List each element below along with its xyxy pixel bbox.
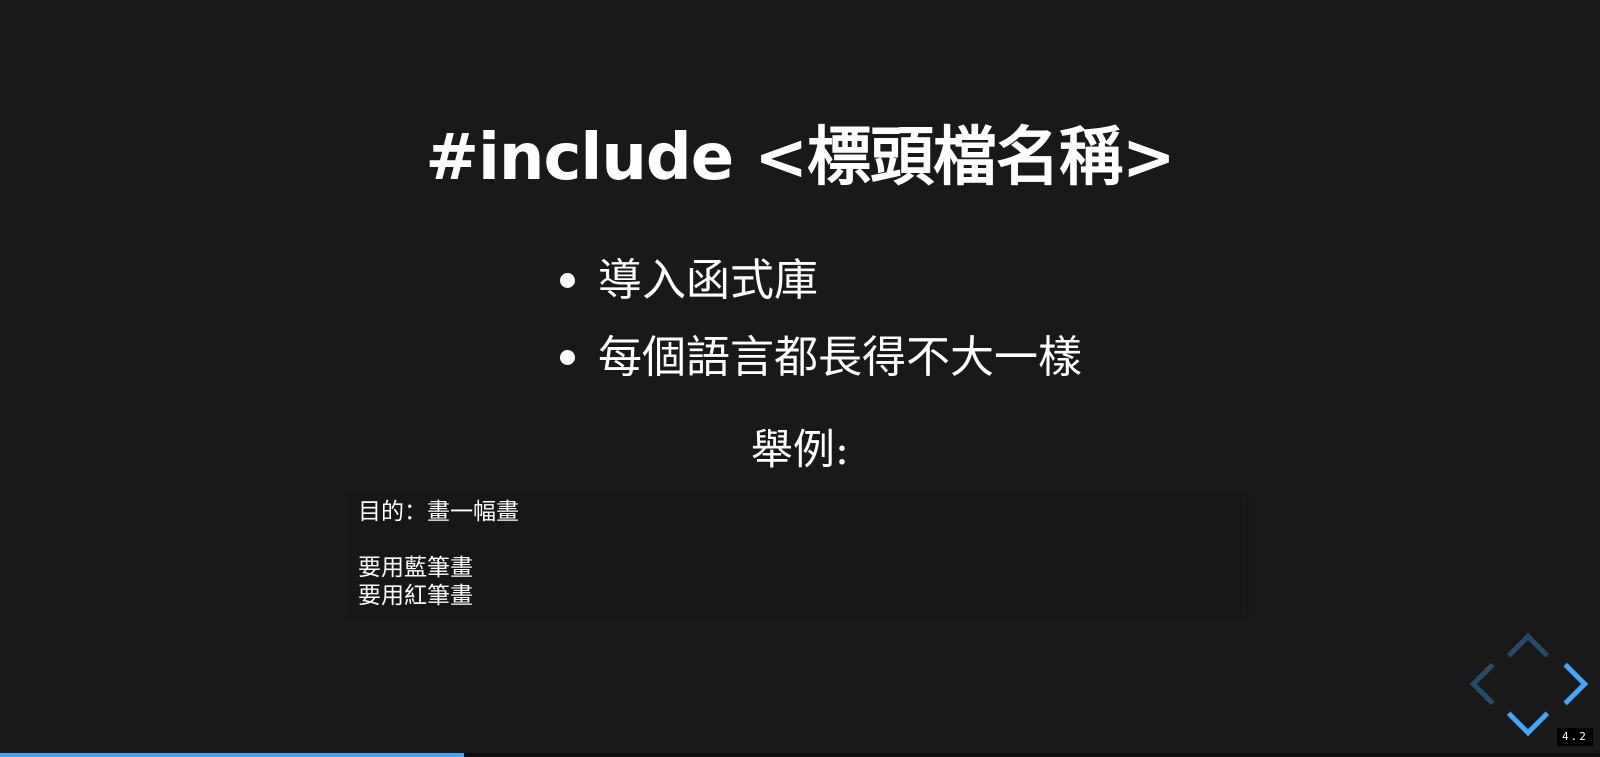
list-item: 導入函式庫: [560, 242, 1082, 319]
progress-bar: [0, 753, 1600, 757]
slide-title: #include <標頭檔名稱>: [425, 121, 1175, 195]
chevron-right-icon[interactable]: [1545, 662, 1589, 706]
slide-number: 4.2: [1557, 728, 1593, 746]
code-line: 目的：畫一幅畫: [358, 499, 519, 525]
navigation-controls: [1469, 628, 1589, 744]
slide: #include <標頭檔名稱> 導入函式庫 每個語言都長得不大一樣 舉例: 目…: [0, 0, 1600, 757]
chevron-up-icon[interactable]: [1506, 632, 1550, 676]
list-item: 每個語言都長得不大一樣: [560, 319, 1082, 396]
chevron-left-icon[interactable]: [1469, 662, 1513, 706]
progress-fill: [0, 753, 464, 757]
bullet-dot-icon: [560, 273, 575, 288]
chevron-down-icon[interactable]: [1506, 693, 1550, 737]
bullet-text: 每個語言都長得不大一樣: [598, 332, 1082, 383]
code-block: 目的：畫一幅畫 要用藍筆畫 要用紅筆畫: [350, 494, 1246, 618]
bullet-list: 導入函式庫 每個語言都長得不大一樣: [560, 242, 1082, 396]
code-line: 要用藍筆畫: [358, 555, 473, 581]
example-label: 舉例:: [750, 425, 850, 474]
code-line: 要用紅筆畫: [358, 583, 473, 609]
bullet-text: 導入函式庫: [598, 255, 818, 306]
bullet-dot-icon: [560, 350, 575, 365]
